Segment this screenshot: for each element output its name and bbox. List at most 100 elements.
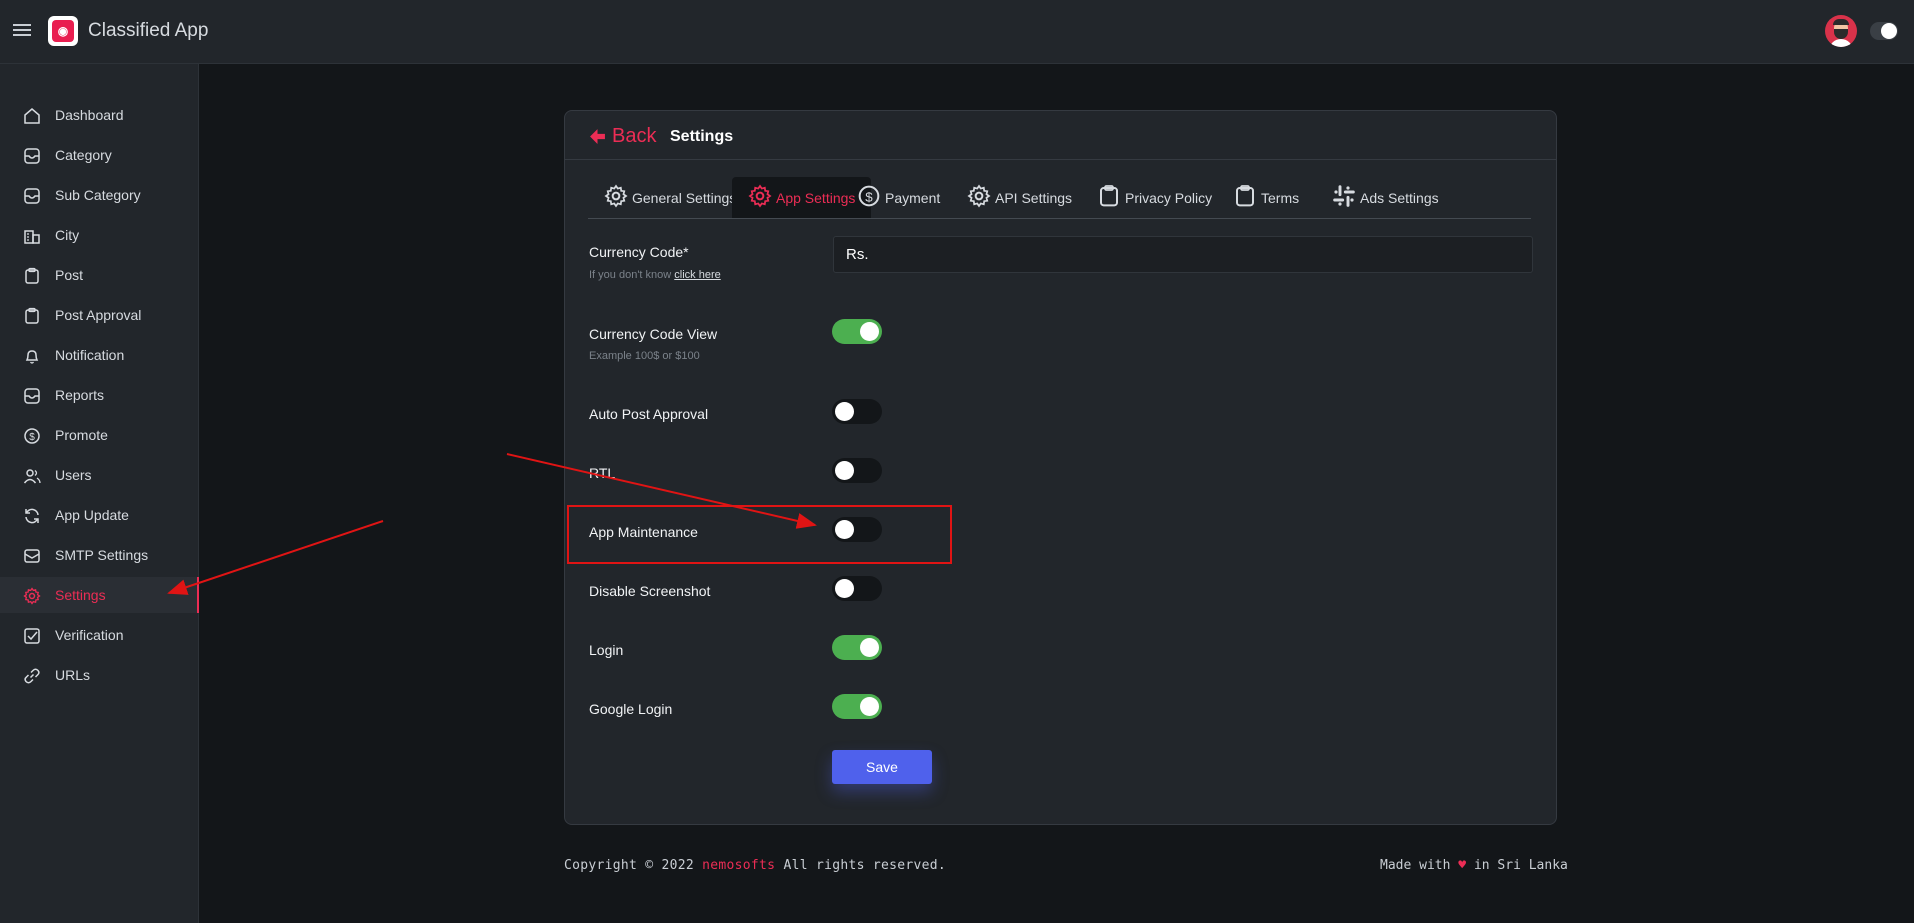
heart-icon: ♥ [1458, 858, 1467, 873]
sidebar-item-label: Promote [55, 427, 108, 443]
sidebar-item-app-update[interactable]: App Update [0, 497, 199, 533]
dollar-icon: $ [857, 184, 885, 211]
auto-post-approval-label: Auto Post Approval [589, 406, 709, 422]
click-here-link[interactable]: click here [674, 269, 720, 281]
slack-icon [1332, 184, 1360, 211]
back-button[interactable]: Back [589, 125, 656, 148]
sidebar-item-label: App Update [55, 507, 129, 523]
sidebar-item-verification[interactable]: Verification [0, 617, 199, 653]
dollar-icon: $ [23, 427, 41, 445]
sidebar-item-label: City [55, 227, 80, 243]
currency-code-label: Currency Code* [589, 244, 689, 260]
auto-post-approval-toggle[interactable] [832, 399, 882, 424]
card-header: Back Settings [565, 111, 1556, 160]
sidebar-item-reports[interactable]: Reports [0, 377, 199, 413]
sidebar-item-label: Reports [55, 387, 105, 403]
currency-code-view-hint: Example 100$ or $100 [589, 350, 700, 362]
sidebar-item-label: Post [55, 267, 84, 283]
sidebar-item-label: Settings [55, 587, 106, 603]
sidebar-item-label: Category [55, 147, 112, 163]
tab-label: Ads Settings [1360, 189, 1439, 206]
sidebar-item-category[interactable]: Category [0, 137, 199, 173]
settings-tabs: General Settings App Settings $ Payment API … [588, 177, 1531, 219]
clipboard-icon [1097, 184, 1125, 211]
link-icon [23, 667, 41, 685]
currency-code-view-toggle[interactable] [832, 319, 882, 344]
hamburger-icon[interactable] [13, 24, 31, 38]
home-icon [23, 107, 41, 125]
toggle-knob [835, 402, 854, 421]
tab-ads-settings[interactable]: Ads Settings [1316, 177, 1455, 218]
sidebar: Dashboard Category Sub Category City Post Pos… [0, 64, 199, 923]
save-button[interactable]: Save [832, 750, 932, 784]
sidebar-item-city[interactable]: City [0, 217, 199, 253]
footer-copyright: Copyright © 2022 nemosofts All rights re… [564, 858, 946, 873]
tab-payment[interactable]: $ Payment [841, 177, 956, 218]
sidebar-item-post[interactable]: Post [0, 257, 199, 293]
sidebar-item-notification[interactable]: Notification [0, 337, 199, 373]
sidebar-item-label: URLs [55, 667, 91, 683]
sidebar-item-label: Verification [55, 627, 124, 643]
gear-icon [604, 184, 632, 211]
login-toggle[interactable] [832, 635, 882, 660]
currency-code-view-label: Currency Code View [589, 326, 718, 342]
made-in-text: in Sri Lanka [1473, 858, 1568, 873]
copyright-suffix: All rights reserved. [783, 858, 946, 873]
sidebar-item-label: SMTP Settings [55, 547, 149, 563]
settings-card: Back Settings General Settings App Settin… [564, 110, 1557, 825]
tab-label: Terms [1261, 189, 1300, 206]
rtl-label: RTL [589, 465, 616, 481]
sidebar-item-label: Post Approval [55, 307, 142, 323]
tab-api-settings[interactable]: API Settings [951, 177, 1088, 218]
clipboard-icon [23, 267, 41, 285]
inbox-icon [23, 387, 41, 405]
tab-label: General Settings [632, 189, 737, 206]
rtl-toggle[interactable] [832, 458, 882, 483]
disable-screenshot-toggle[interactable] [832, 576, 882, 601]
sidebar-item-urls[interactable]: URLs [0, 657, 199, 693]
toggle-knob [860, 638, 879, 657]
clipboard-icon [23, 307, 41, 325]
bell-icon [23, 347, 41, 365]
copyright-text: Copyright © 2022 [564, 858, 695, 873]
sidebar-item-settings[interactable]: Settings [0, 577, 199, 613]
mail-icon [23, 547, 41, 565]
shopping-bag-icon: ◉ [48, 16, 78, 46]
tab-label: Payment [885, 189, 941, 206]
gear-icon [23, 587, 41, 605]
disable-screenshot-label: Disable Screenshot [589, 583, 711, 599]
tab-privacy-policy[interactable]: Privacy Policy [1081, 177, 1228, 218]
arrow-left-icon [590, 129, 605, 144]
gear-icon [967, 184, 995, 211]
sidebar-item-dashboard[interactable]: Dashboard [0, 97, 199, 133]
toggle-knob [860, 322, 879, 341]
tab-label: API Settings [995, 189, 1073, 206]
google-login-toggle[interactable] [832, 694, 882, 719]
app-maintenance-toggle[interactable] [832, 517, 882, 542]
tab-general-settings[interactable]: General Settings [588, 177, 752, 218]
hint-text: If you don't know [589, 269, 672, 281]
inbox-icon [23, 187, 41, 205]
sidebar-item-label: Dashboard [55, 107, 124, 123]
top-bar: ◉ Classified App [0, 0, 1914, 64]
tab-label: Privacy Policy [1125, 189, 1213, 206]
sidebar-item-smtp-settings[interactable]: SMTP Settings [0, 537, 199, 573]
theme-toggle[interactable] [1870, 22, 1898, 40]
brand-link[interactable]: nemosofts [702, 858, 775, 873]
inbox-icon [23, 147, 41, 165]
building-icon [23, 227, 41, 245]
sidebar-item-label: Sub Category [55, 187, 141, 203]
users-icon [23, 467, 41, 485]
refresh-icon [23, 507, 41, 525]
footer-made-with: Made with ♥ in Sri Lanka [1380, 858, 1568, 873]
sidebar-item-promote[interactable]: $ Promote [0, 417, 199, 453]
tab-terms[interactable]: Terms [1217, 177, 1315, 218]
avatar[interactable] [1825, 15, 1857, 47]
currency-code-input[interactable] [833, 236, 1533, 273]
sidebar-item-sub-category[interactable]: Sub Category [0, 177, 199, 213]
sidebar-item-post-approval[interactable]: Post Approval [0, 297, 199, 333]
annotation-arrow-settings [167, 520, 384, 595]
google-login-label: Google Login [589, 701, 673, 717]
sidebar-item-users[interactable]: Users [0, 457, 199, 493]
check-square-icon [23, 627, 41, 645]
